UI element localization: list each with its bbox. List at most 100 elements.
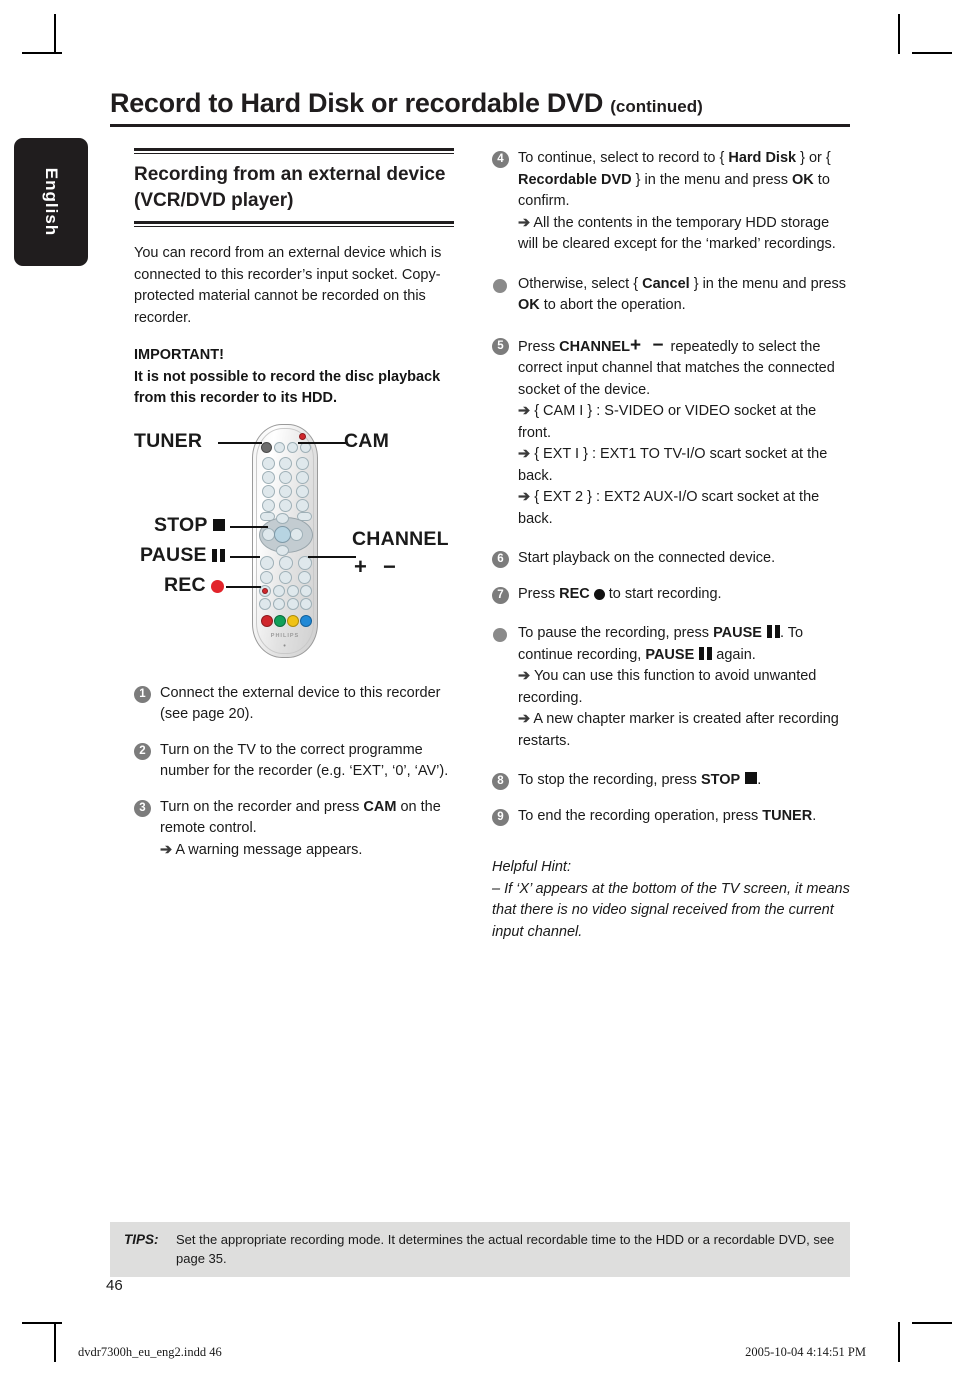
pause-bars-icon — [212, 548, 226, 562]
step5-arrow-note: ➔ { EXT 2 } : EXT2 AUX-I/O scart socket … — [518, 489, 820, 527]
remote-colour-key-yellow — [287, 614, 299, 627]
helpful-hint-label: Helpful Hint: — [492, 859, 571, 875]
language-side-tab: English — [14, 138, 88, 266]
arrow-icon: ➔ — [518, 668, 531, 684]
bullet-pause-key-1: PAUSE — [713, 625, 762, 641]
pause-bars-icon — [766, 625, 780, 638]
step4-arrow-note: ➔ All the contents in the temporary HDD … — [518, 214, 836, 253]
crop-mark-bottom-left-vertical — [54, 1322, 56, 1362]
bullet-dot-icon — [493, 628, 507, 642]
leader-line-pause — [230, 555, 260, 558]
step-item: 3 Turn on the recorder and press CAM on … — [134, 797, 454, 862]
step-number-badge: 4 — [492, 151, 509, 168]
arrow-icon: ➔ — [160, 841, 173, 858]
step5-arrow-note: ➔ { EXT I } : EXT1 TO TV-I/O scart socke… — [518, 446, 828, 484]
step-number-badge: 3 — [134, 799, 151, 817]
remote-key-7 — [262, 484, 275, 498]
remote-colour-key-green — [274, 614, 286, 627]
crop-mark-top-left-vertical — [54, 14, 56, 54]
remote-key-8 — [279, 484, 292, 498]
remote-label-stop: STOP — [154, 514, 225, 537]
crop-mark-top-left-horizontal — [22, 52, 62, 54]
remote-button-hdd — [274, 441, 285, 453]
step-item: 1 Connect the external device to this re… — [134, 683, 454, 726]
crop-mark-top-right-vertical — [898, 14, 900, 54]
leader-line-tuner — [218, 441, 262, 444]
important-text: It is not possible to record the disc pl… — [134, 368, 441, 407]
bullet-pause-key-2: PAUSE — [645, 646, 695, 663]
remote-button-zoom — [287, 597, 299, 610]
stop-square-icon — [212, 518, 225, 531]
right-column: 4 To continue, select to record to { Har… — [492, 148, 850, 943]
remote-button-next — [298, 570, 311, 584]
important-label: IMPORTANT! — [134, 347, 224, 363]
step-text: Turn on the TV to the correct programme … — [160, 741, 449, 780]
remote-key-4 — [262, 470, 275, 484]
bullet-pause-arrow-note: ➔ You can use this function to avoid unw… — [518, 668, 817, 706]
step-text: Connect the external device to this reco… — [160, 684, 441, 723]
crop-mark-bottom-left-horizontal — [22, 1322, 62, 1324]
step5-plusminus-icon: + − — [629, 334, 667, 356]
header-divider — [110, 124, 850, 127]
step-number-badge: 5 — [492, 337, 509, 355]
arrow-icon: ➔ — [518, 489, 531, 505]
remote-button-stop — [260, 555, 274, 570]
step4-ok-key: OK — [792, 171, 814, 188]
arrow-icon: ➔ — [518, 446, 531, 462]
bullet-pause-arrow-note: ➔ A new chapter marker is created after … — [518, 711, 839, 749]
step4-text-d: } in the menu and press — [631, 171, 793, 188]
remote-button-play — [279, 555, 293, 570]
remote-button-pause — [260, 570, 273, 584]
step9-tuner-key: TUNER — [762, 807, 813, 824]
bullet-pause-text-d: again. — [712, 646, 756, 663]
step-number-badge: 7 — [492, 586, 509, 604]
crop-mark-bottom-right-vertical — [898, 1322, 900, 1362]
step-item: 2 Turn on the TV to the correct programm… — [134, 740, 454, 783]
bullet-pause-text-a: To pause the recording, press — [518, 625, 714, 641]
leader-line-channel — [308, 555, 356, 558]
step-item: 7 Press REC to start recording. — [492, 584, 850, 606]
step7-text-a: Press — [518, 585, 560, 602]
step8-stop-key: STOP — [700, 772, 741, 788]
tips-content: TIPS: Set the appropriate recording mode… — [110, 1230, 850, 1268]
section-heading: Recording from an external device (VCR/D… — [134, 164, 446, 211]
step-text-pre: Turn on the recorder and press — [160, 798, 364, 815]
leader-line-rec — [226, 585, 261, 588]
arrow-icon: ➔ — [518, 214, 531, 231]
step-item: 4 To continue, select to record to { Har… — [492, 148, 850, 256]
page-header: Record to Hard Disk or recordable DVD (c… — [110, 88, 850, 127]
remote-label-rec: REC — [164, 574, 225, 597]
remote-button-repeat — [300, 597, 312, 610]
remote-button-audio — [259, 597, 271, 610]
bullet-cancel-text-d: to abort the operation. — [539, 297, 686, 313]
remote-button-prev — [279, 570, 292, 584]
step-item: 9 To end the recording operation, press … — [492, 806, 850, 828]
remote-button-edit — [273, 584, 285, 597]
remote-indicator-rec-led — [299, 432, 306, 440]
remote-button-cam — [287, 441, 298, 453]
left-column: Recording from an external device (VCR/D… — [134, 148, 454, 875]
remote-button-timer — [287, 584, 299, 597]
bullet-cancel-option: Cancel — [642, 275, 690, 292]
leader-line-stop — [230, 525, 268, 528]
step5-text-a: Press — [518, 338, 560, 355]
remote-rec-dot-icon — [262, 587, 268, 594]
step7-text-c: to start recording. — [604, 585, 722, 602]
step9-text-a: To end the recording operation, press — [518, 807, 763, 824]
remote-button-channel — [298, 555, 312, 570]
step-item: 5 Press CHANNEL+ − repeatedly to select … — [492, 335, 850, 531]
pause-bars-icon — [699, 646, 713, 660]
bullet-item-cancel: Otherwise, select { Cancel } in the menu… — [492, 274, 850, 317]
step4-text-a: To continue, select to record to { — [518, 150, 729, 166]
step-number-badge: 1 — [134, 685, 151, 703]
language-side-tab-label: English — [42, 167, 61, 237]
remote-key-right-func — [296, 498, 309, 512]
section-intro-text: You can record from an external device w… — [134, 245, 442, 326]
remote-sublogo: • — [283, 642, 287, 650]
step-number-badge: 6 — [492, 551, 509, 568]
tips-text: Set the appropriate recording mode. It d… — [176, 1232, 835, 1266]
step4-text-c: } or { — [796, 150, 831, 166]
stop-square-icon — [745, 772, 758, 784]
remote-label-tuner: TUNER — [134, 429, 203, 452]
remote-control-figure: PHILIPS • TUNER CAM STOP PAUSE REC CHANN… — [134, 416, 464, 671]
